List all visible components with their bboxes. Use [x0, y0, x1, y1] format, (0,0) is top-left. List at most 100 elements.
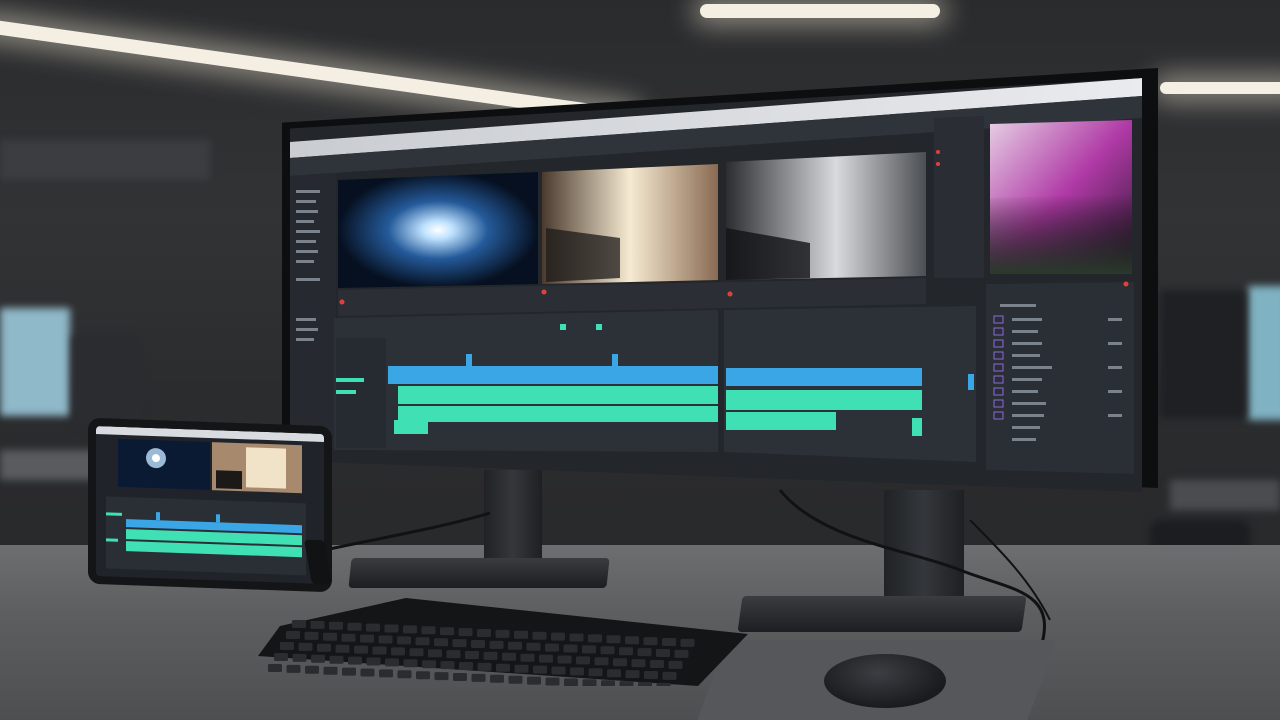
keyboard-key	[342, 667, 356, 676]
keyboard-key	[397, 636, 411, 645]
keyboard-key	[551, 666, 566, 675]
keyboard-key	[421, 626, 436, 635]
keyboard-key	[440, 661, 455, 670]
background-monitor	[72, 336, 142, 426]
keyboard-key	[280, 642, 294, 650]
keyboard-key	[403, 659, 418, 668]
keyboard-key	[527, 676, 541, 685]
keyboard-key	[557, 655, 572, 664]
keyboard-key	[489, 640, 504, 649]
keyboard-key	[582, 679, 597, 686]
keyboard-key	[409, 648, 424, 657]
keyboard-key	[514, 664, 529, 673]
keyboard-key	[366, 623, 380, 632]
keyboard-key	[576, 656, 590, 665]
keyboard-key	[514, 630, 528, 639]
keyboard-key	[286, 664, 301, 673]
keyboard-key	[533, 665, 547, 674]
keyboard-key	[644, 671, 658, 679]
keyboard-key	[323, 666, 338, 675]
background-monitor	[1248, 286, 1280, 420]
keyboard-key	[403, 625, 417, 634]
keyboard-key	[588, 668, 603, 677]
keyboard-key	[643, 637, 658, 646]
keyboard-key	[323, 632, 337, 641]
keyboard-key	[304, 631, 319, 640]
keyboard-key	[311, 654, 325, 663]
keyboard-key	[625, 636, 639, 645]
tablet-editor-ui	[96, 426, 324, 584]
photo-scene	[0, 0, 1280, 720]
keyboard-key	[384, 624, 399, 633]
keyboard-key	[631, 659, 646, 668]
keyboard-key	[545, 677, 560, 686]
keyboard-key	[286, 631, 300, 639]
keyboard-key	[477, 662, 492, 671]
keyboard-key	[329, 621, 343, 630]
keyboard-key	[415, 637, 430, 646]
keyboard-key	[385, 658, 399, 667]
ceiling-beam	[0, 140, 210, 180]
keyboard-key	[298, 642, 313, 651]
keyboard-key	[422, 660, 436, 669]
keyboard-key	[495, 629, 510, 638]
keyboard-key	[341, 633, 356, 642]
keyboard-key	[310, 620, 325, 629]
keyboard-key	[520, 653, 535, 662]
keyboard-key	[601, 680, 615, 686]
keyboard-key	[360, 634, 374, 643]
keyboard-key	[662, 671, 677, 680]
keyboard-key	[662, 638, 676, 646]
keyboard-key	[471, 640, 485, 648]
keyboard-key	[305, 665, 319, 674]
keyboard-key	[434, 672, 449, 681]
keyboard-key	[292, 620, 306, 628]
keyboard-key	[650, 660, 664, 668]
keyboard-key	[569, 633, 584, 642]
keyboard-key	[564, 678, 578, 686]
keyboard-key	[502, 652, 516, 661]
keyboard-key	[532, 631, 547, 640]
keyboard-key	[594, 657, 609, 666]
keyboard-key	[570, 667, 584, 676]
keyboard-key	[354, 645, 368, 654]
keyboard-key	[347, 622, 362, 631]
keyboard-key	[637, 648, 652, 657]
keyboard-key	[335, 644, 350, 653]
tablet-screen	[96, 426, 324, 584]
keyboard-key	[539, 654, 553, 663]
keyboard-key	[526, 642, 541, 651]
keyboard-key	[638, 682, 652, 686]
keyboard	[258, 598, 748, 686]
keyboard-key	[619, 681, 634, 686]
keyboard-key	[317, 643, 331, 652]
keyboard-key	[459, 662, 473, 670]
keyboard-key	[656, 682, 671, 686]
keyboard-key	[391, 647, 405, 656]
cable	[324, 511, 491, 552]
keyboard-key	[588, 634, 602, 643]
background-monitor	[1160, 290, 1246, 418]
keyboard-key	[545, 643, 559, 652]
computer-mouse	[824, 654, 946, 708]
keyboard-key	[274, 653, 288, 661]
keyboard-key	[656, 649, 670, 657]
keyboard-key	[508, 675, 523, 684]
monitor-screen	[290, 78, 1142, 492]
keyboard-key	[508, 641, 522, 650]
keyboard-key	[372, 646, 387, 655]
keyboard-key	[477, 629, 491, 637]
keyboard-key	[292, 653, 307, 662]
keyboard-key	[452, 639, 467, 648]
keyboard-key	[496, 663, 510, 672]
keyboard-key	[471, 673, 486, 682]
keyboard-key	[563, 644, 578, 653]
keyboard-key	[453, 673, 467, 681]
keyboard-key	[329, 655, 344, 664]
keyboard-key	[582, 645, 596, 654]
keyboard-key	[446, 650, 461, 659]
keyboard-key	[465, 651, 479, 659]
background-desk	[1170, 480, 1280, 510]
keyboard-key	[607, 669, 621, 678]
keyboard-key	[428, 649, 442, 658]
